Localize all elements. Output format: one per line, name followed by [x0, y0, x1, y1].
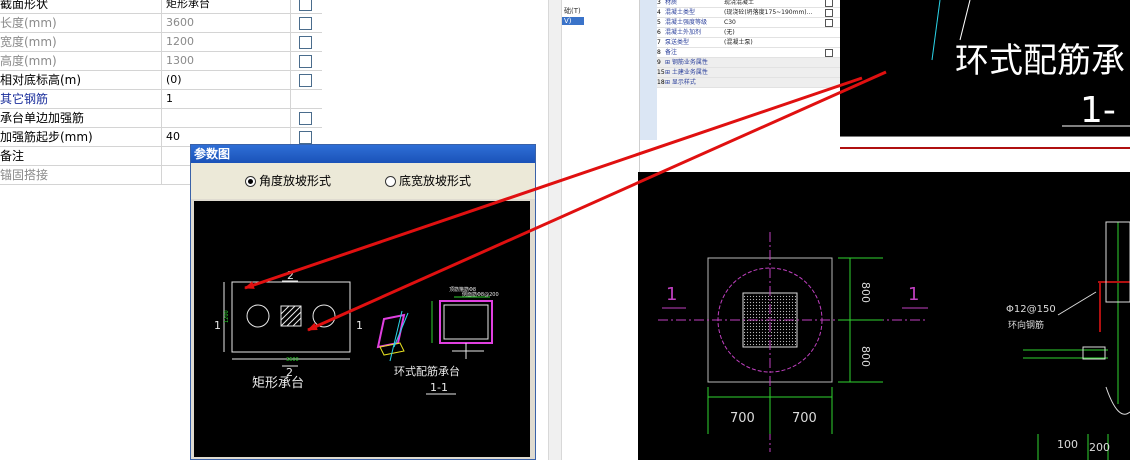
annotation-arrow-2	[307, 70, 887, 332]
annotation-arrows	[244, 70, 887, 332]
annotation-arrow-1	[244, 76, 863, 290]
